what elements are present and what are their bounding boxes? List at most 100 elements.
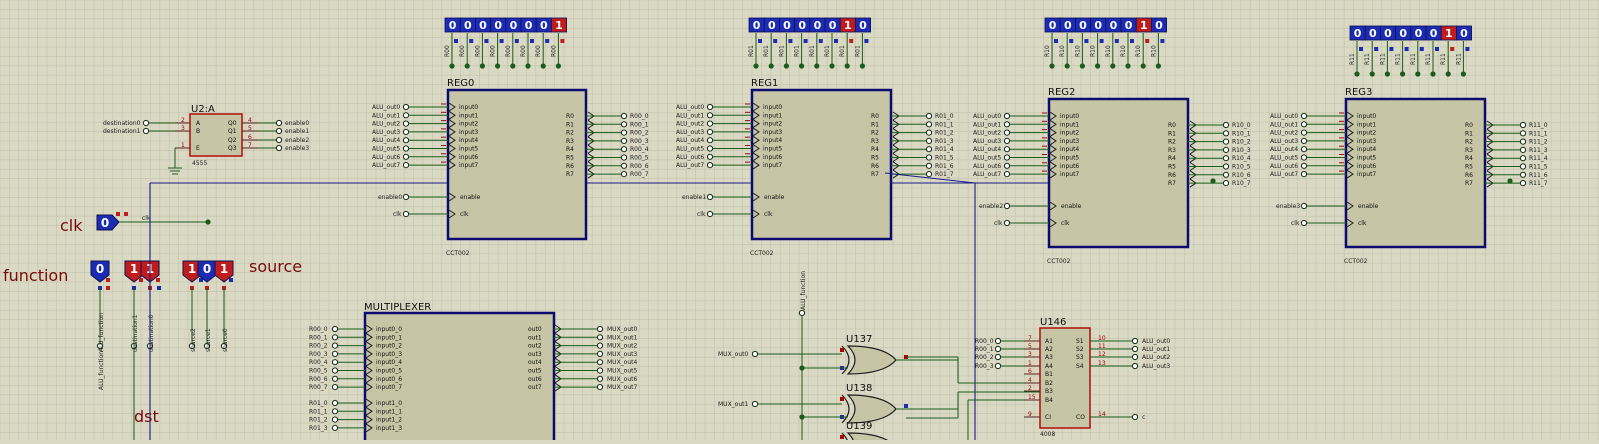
terminal-icon[interactable]	[1519, 171, 1527, 178]
adder-u146[interactable]: U146 4008 A1 7 A2 5 A3 3 A4 1 B1 6 B2 4 B3 2 B4 15 CI 9 R00_…	[975, 317, 1170, 438]
terminal-icon[interactable]	[142, 127, 150, 135]
terminal-icon[interactable]	[706, 162, 714, 169]
terminal-icon[interactable]	[1519, 146, 1527, 153]
terminal-icon[interactable]	[1222, 171, 1230, 178]
terminal-icon[interactable]	[331, 342, 339, 349]
terminal-icon[interactable]	[1519, 163, 1527, 170]
terminal-icon[interactable]	[402, 120, 410, 127]
terminal-icon[interactable]	[331, 399, 339, 407]
terminal-icon[interactable]	[142, 119, 150, 127]
terminal-icon[interactable]	[275, 127, 283, 135]
xor-gate-body[interactable]	[846, 394, 897, 424]
terminal-icon[interactable]	[1300, 137, 1308, 144]
terminal-icon[interactable]	[596, 334, 604, 341]
terminal-icon[interactable]	[402, 162, 410, 169]
terminal-icon[interactable]	[331, 384, 339, 391]
terminal-icon[interactable]	[620, 171, 628, 178]
terminal-icon[interactable]	[1519, 155, 1527, 162]
terminal-icon[interactable]	[994, 353, 1002, 361]
terminal-icon[interactable]	[402, 103, 410, 111]
terminal-icon[interactable]	[798, 309, 806, 317]
terminal-icon[interactable]	[596, 367, 604, 374]
terminal-icon[interactable]	[1003, 154, 1011, 161]
terminal-icon[interactable]	[620, 162, 628, 169]
terminal-icon[interactable]	[1222, 163, 1230, 170]
terminal-icon[interactable]	[1131, 337, 1139, 345]
terminal-icon[interactable]	[596, 350, 604, 357]
terminal-icon[interactable]	[402, 137, 410, 144]
terminal-icon[interactable]	[1222, 180, 1230, 187]
terminal-icon[interactable]	[994, 345, 1002, 353]
terminal-icon[interactable]	[402, 193, 410, 201]
terminal-icon[interactable]	[1131, 362, 1139, 370]
terminal-icon[interactable]	[925, 129, 933, 136]
register-reg2[interactable]: REG2 CCT002 0 R10 0 R10 0 R10 0 R10 0 R10 0 R10 1 R10 0 R…	[973, 17, 1251, 265]
terminal-icon[interactable]	[1519, 138, 1527, 145]
terminal-icon[interactable]	[331, 350, 339, 357]
terminal-icon[interactable]	[402, 210, 410, 218]
terminal-icon[interactable]	[706, 128, 714, 135]
decoder-u2a[interactable]: U2:A4555A2B3E1Q0 4 enable0Q1 5 enable1Q2 6 ena…	[103, 104, 309, 175]
terminal-icon[interactable]	[620, 154, 628, 161]
terminal-icon[interactable]	[596, 384, 604, 391]
terminal-icon[interactable]	[994, 362, 1002, 370]
terminal-icon[interactable]	[925, 137, 933, 144]
terminal-icon[interactable]	[1519, 121, 1527, 129]
terminal-icon[interactable]	[1519, 180, 1527, 187]
terminal-icon[interactable]	[925, 112, 933, 120]
terminal-icon[interactable]	[925, 171, 933, 178]
terminal-icon[interactable]	[331, 367, 339, 374]
terminal-icon[interactable]	[1300, 219, 1308, 227]
terminal-icon[interactable]	[706, 210, 714, 218]
terminal-icon[interactable]	[1300, 202, 1308, 210]
terminal-icon[interactable]	[620, 129, 628, 136]
terminal-icon[interactable]	[706, 193, 714, 201]
source-inputs[interactable]: 101	[182, 260, 234, 283]
terminal-icon[interactable]	[994, 337, 1002, 345]
terminal-icon[interactable]	[1300, 162, 1308, 169]
multiplexer[interactable]: MULTIPLEXER R00_0 input0_0 R00_1 input0_1 R00…	[309, 302, 638, 444]
terminal-icon[interactable]	[596, 375, 604, 382]
terminal-icon[interactable]	[706, 137, 714, 144]
terminal-icon[interactable]	[1003, 162, 1011, 169]
terminal-icon[interactable]	[706, 153, 714, 160]
terminal-icon[interactable]	[402, 112, 410, 119]
terminal-icon[interactable]	[331, 408, 339, 415]
register-reg1[interactable]: REG1 CCT002 0 R01 0 R01 0 R01 0 R01 0 R01 0 R01 1 R01 0 R…	[676, 17, 954, 257]
terminal-icon[interactable]	[706, 103, 714, 111]
terminal-icon[interactable]	[751, 350, 759, 358]
xor-gate-body[interactable]	[846, 432, 896, 444]
terminal-icon[interactable]	[1222, 138, 1230, 145]
terminal-icon[interactable]	[1003, 137, 1011, 144]
terminal-icon[interactable]	[331, 416, 339, 423]
terminal-icon[interactable]	[751, 400, 759, 408]
terminal-icon[interactable]	[1131, 413, 1139, 421]
terminal-icon[interactable]	[402, 128, 410, 135]
terminal-icon[interactable]	[706, 120, 714, 127]
terminal-icon[interactable]	[1300, 146, 1308, 153]
terminal-icon[interactable]	[402, 145, 410, 152]
terminal-icon[interactable]	[331, 375, 339, 382]
terminal-icon[interactable]	[1003, 121, 1011, 128]
terminal-icon[interactable]	[1300, 129, 1308, 136]
xor-gate-body[interactable]	[846, 345, 897, 375]
terminal-icon[interactable]	[620, 146, 628, 153]
terminal-icon[interactable]	[1222, 121, 1230, 129]
terminal-icon[interactable]	[331, 359, 339, 366]
terminal-icon[interactable]	[1003, 219, 1011, 227]
terminal-icon[interactable]	[925, 154, 933, 161]
terminal-icon[interactable]	[596, 325, 604, 333]
terminal-icon[interactable]	[1519, 130, 1527, 137]
terminal-icon[interactable]	[596, 359, 604, 366]
terminal-icon[interactable]	[1003, 202, 1011, 210]
terminal-icon[interactable]	[1222, 155, 1230, 162]
clk-source[interactable]: 0 clk	[96, 212, 211, 231]
terminal-icon[interactable]	[1003, 112, 1011, 120]
terminal-icon[interactable]	[1131, 353, 1139, 361]
terminal-icon[interactable]	[620, 112, 628, 120]
terminal-icon[interactable]	[331, 334, 339, 341]
terminal-icon[interactable]	[1003, 171, 1011, 178]
terminal-icon[interactable]	[1300, 121, 1308, 128]
terminal-icon[interactable]	[275, 136, 283, 144]
terminal-icon[interactable]	[1300, 112, 1308, 120]
